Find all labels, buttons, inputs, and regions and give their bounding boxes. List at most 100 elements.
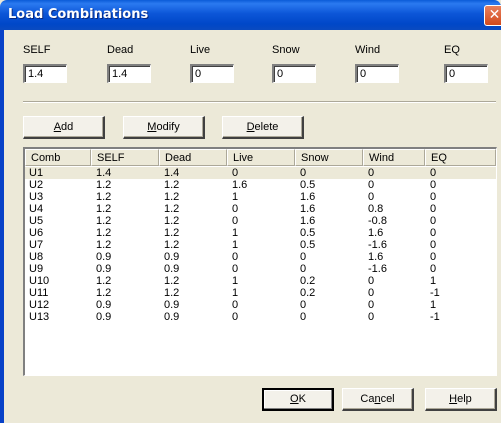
table-cell: 1 (232, 275, 239, 287)
table-cell: 0.9 (96, 263, 112, 275)
live-label: Live (190, 44, 211, 56)
table-cell: 0.9 (164, 311, 180, 323)
table-cell: 0 (430, 215, 437, 227)
table-cell: 0.9 (164, 299, 180, 311)
table-cell: 1 (232, 227, 239, 239)
table-cell: 1.4 (96, 167, 112, 179)
table-cell: 0 (430, 239, 437, 251)
add-button[interactable]: Add (23, 116, 105, 139)
dialog-title: Load Combinations (8, 7, 149, 22)
table-cell: 1.2 (96, 287, 112, 299)
table-cell: 0.5 (300, 179, 316, 191)
table-cell: 1.2 (96, 191, 112, 203)
table-cell: 1.4 (164, 167, 180, 179)
separator (23, 101, 496, 103)
table-cell: 0.8 (368, 203, 384, 215)
table-cell: 1.2 (164, 215, 180, 227)
column-header-wind[interactable]: Wind (363, 149, 425, 166)
table-cell: U10 (29, 275, 50, 287)
column-header-live[interactable]: Live (227, 149, 295, 166)
table-cell: 0 (232, 263, 239, 275)
table-row[interactable]: U8 0.9 0.9 0 0 1.6 0 (25, 251, 496, 263)
table-cell: 1.2 (164, 203, 180, 215)
column-header-eq[interactable]: EQ (425, 149, 496, 166)
live-factor-input[interactable]: 0 (190, 64, 234, 83)
table-cell: 0 (368, 311, 375, 323)
table-cell: U2 (29, 179, 44, 191)
table-cell: U4 (29, 203, 44, 215)
ok-button[interactable]: OK (262, 388, 334, 411)
table-cell: U3 (29, 191, 44, 203)
wind-label: Wind (355, 44, 381, 56)
table-row[interactable]: U1 1.4 1.4 0 0 0 0 (25, 167, 496, 179)
table-row[interactable]: U7 1.2 1.2 1 0.5 -1.6 0 (25, 239, 496, 251)
table-cell: 1.2 (96, 275, 112, 287)
table-cell: 0.9 (96, 299, 112, 311)
self-factor-input[interactable]: 1.4 (23, 64, 67, 83)
table-cell: 0 (368, 287, 375, 299)
table-cell: U5 (29, 215, 44, 227)
eq-label: EQ (444, 44, 460, 56)
table-row[interactable]: U12 0.9 0.9 0 0 0 1 (25, 299, 496, 311)
table-row[interactable]: U13 0.9 0.9 0 0 0 -1 (25, 311, 496, 323)
modify-button[interactable]: Modify (123, 116, 205, 139)
table-cell: 1.6 (368, 251, 384, 263)
table-cell: 1.2 (164, 287, 180, 299)
table-cell: 0.2 (300, 287, 316, 299)
table-cell: 1.6 (300, 215, 316, 227)
table-row[interactable]: U5 1.2 1.2 0 1.6 -0.8 0 (25, 215, 496, 227)
close-icon[interactable]: ✕ (484, 5, 501, 26)
cancel-button[interactable]: Cancel (342, 388, 414, 411)
table-cell: U11 (29, 287, 49, 299)
table-cell: 1.6 (368, 227, 384, 239)
table-cell: 0 (368, 179, 375, 191)
table-cell: -1.6 (368, 239, 387, 251)
snow-factor-input[interactable]: 0 (272, 64, 316, 83)
table-cell: 1 (430, 299, 437, 311)
table-row[interactable]: U6 1.2 1.2 1 0.5 1.6 0 (25, 227, 496, 239)
window-frame-left (0, 30, 4, 423)
table-row[interactable]: U11 1.2 1.2 1 0.2 0 -1 (25, 287, 496, 299)
table-cell: 1.2 (96, 179, 112, 191)
self-label: SELF (23, 44, 51, 56)
column-header-snow[interactable]: Snow (295, 149, 363, 166)
table-cell: 0 (430, 227, 437, 239)
table-cell: 0.9 (96, 251, 112, 263)
table-cell: 0 (232, 251, 239, 263)
table-cell: 1.2 (96, 203, 112, 215)
table-cell: 0 (232, 311, 239, 323)
column-header-comb[interactable]: Comb (25, 149, 91, 166)
table-cell: -1 (430, 287, 440, 299)
wind-factor-input[interactable]: 0 (355, 64, 399, 83)
table-cell: 1.2 (96, 215, 112, 227)
dead-label: Dead (107, 44, 134, 56)
table-cell: 1 (232, 191, 239, 203)
table-row[interactable]: U10 1.2 1.2 1 0.2 0 1 (25, 275, 496, 287)
table-cell: 0 (368, 167, 375, 179)
help-button[interactable]: Help (425, 388, 497, 411)
table-cell: U13 (29, 311, 50, 323)
table-cell: 1.6 (232, 179, 248, 191)
table-row[interactable]: U2 1.2 1.2 1.6 0.5 0 0 (25, 179, 496, 191)
title-bar[interactable]: Load Combinations ✕ (0, 0, 501, 30)
column-header-self[interactable]: SELF (91, 149, 159, 166)
table-cell: 0 (430, 203, 437, 215)
dead-factor-input[interactable]: 1.4 (107, 64, 151, 83)
table-cell: U6 (29, 227, 44, 239)
table-cell: 0 (300, 311, 307, 323)
table-cell: 0 (232, 203, 239, 215)
table-cell: U1 (29, 167, 44, 179)
table-cell: 0 (430, 191, 437, 203)
table-row[interactable]: U4 1.2 1.2 0 1.6 0.8 0 (25, 203, 496, 215)
table-cell: 1.2 (164, 179, 180, 191)
combinations-table[interactable]: Comb SELF Dead Live Snow Wind EQ U1 1.4 1.… (23, 147, 497, 376)
column-header-dead[interactable]: Dead (159, 149, 227, 166)
table-cell: 0.9 (96, 311, 112, 323)
table-cell: 0 (430, 263, 437, 275)
table-cell: U9 (29, 263, 44, 275)
eq-factor-input[interactable]: 0 (444, 64, 488, 83)
table-row[interactable]: U3 1.2 1.2 1 1.6 0 0 (25, 191, 496, 203)
delete-button[interactable]: Delete (222, 116, 304, 139)
table-cell: 1.2 (164, 275, 180, 287)
table-row[interactable]: U9 0.9 0.9 0 0 -1.6 0 (25, 263, 496, 275)
